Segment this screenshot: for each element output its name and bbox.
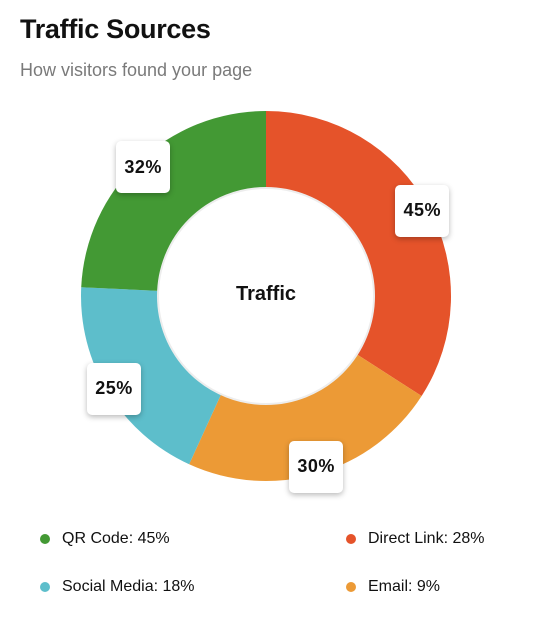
legend-label: Email: 9% xyxy=(368,578,441,595)
legend-label: QR Code: 45% xyxy=(62,530,170,547)
slice-value-label: 45% xyxy=(395,184,450,237)
legend-swatch xyxy=(346,582,356,592)
chart-subtitle: How visitors found your page xyxy=(20,60,253,80)
legend-label: Direct Link: 28% xyxy=(368,530,485,547)
legend-label: Social Media: 18% xyxy=(62,578,195,595)
legend-swatch xyxy=(346,534,356,544)
slice-value-label: 30% xyxy=(289,440,344,493)
legend-swatch xyxy=(40,582,50,592)
legend-item: Social Media: 18% xyxy=(40,575,195,599)
legend-swatch xyxy=(40,534,50,544)
slice-value-label: 25% xyxy=(87,362,141,415)
legend-item: Direct Link: 28% xyxy=(346,527,485,551)
donut-center-label: Traffic xyxy=(235,283,297,305)
chart-title: Traffic Sources xyxy=(20,14,211,44)
legend-item: QR Code: 45% xyxy=(40,527,170,551)
traffic-sources-card: Traffic Sources How visitors found your … xyxy=(0,0,536,632)
slice-value-label: 32% xyxy=(116,141,171,194)
legend-item: Email: 9% xyxy=(346,575,440,599)
